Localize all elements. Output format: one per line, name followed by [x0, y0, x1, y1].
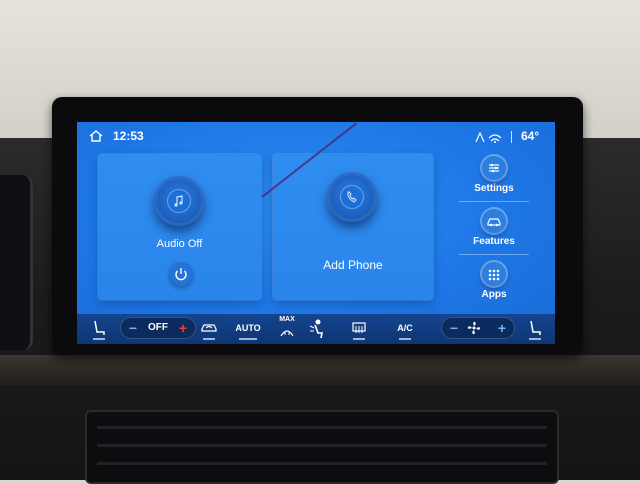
recirculation-button[interactable]	[197, 314, 221, 344]
vent-slat	[97, 462, 547, 465]
phone-icon	[340, 185, 364, 209]
settings-label: Settings	[474, 183, 514, 194]
audio-knob[interactable]	[154, 176, 204, 226]
auto-climate-button[interactable]: AUTO	[233, 314, 263, 344]
menu-divider	[459, 201, 529, 202]
apps-grid-icon	[482, 262, 506, 286]
max-label: MAX	[279, 316, 295, 323]
features-button[interactable]: Features	[459, 209, 529, 255]
fan-up-button[interactable]: +	[491, 317, 513, 339]
indicator-line	[529, 338, 541, 340]
indicator-line	[93, 338, 105, 340]
features-label: Features	[473, 236, 515, 247]
audio-status-label: Audio Off	[156, 238, 203, 250]
power-icon	[175, 268, 187, 281]
indicator-line	[239, 338, 257, 340]
connectivity-icons	[475, 131, 502, 143]
max-defrost-button[interactable]: MAX	[273, 314, 301, 344]
phone-knob[interactable]	[327, 172, 377, 222]
indicator-line	[399, 338, 411, 340]
dashboard-trim	[0, 355, 640, 385]
settings-button[interactable]: Settings	[459, 156, 529, 202]
driver-temp-control: − OFF +	[120, 317, 196, 339]
clock: 12:53	[113, 129, 144, 143]
fan-icon	[467, 321, 481, 335]
add-phone-label: Add Phone	[323, 258, 383, 272]
settings-icon	[482, 156, 506, 180]
vent-slat	[97, 426, 547, 429]
audio-tile[interactable]: Audio Off	[98, 154, 261, 300]
menu-divider	[459, 254, 529, 255]
home-icon[interactable]	[89, 130, 103, 142]
status-bar: 12:53 64°	[77, 122, 555, 150]
music-note-icon	[167, 189, 191, 213]
indicator-line	[203, 338, 215, 340]
outside-temperature: 64°	[521, 129, 540, 143]
vent-slat	[97, 444, 547, 447]
rear-defrost-button[interactable]	[347, 314, 371, 344]
airflow-mode-button[interactable]	[303, 314, 333, 344]
airflow-person-icon	[309, 319, 323, 339]
driver-temp-down-button[interactable]: −	[122, 317, 144, 339]
fan-speed-control: − +	[441, 317, 515, 339]
status-divider	[511, 131, 512, 143]
climate-bar: − OFF + AUTO MAX A/C − +	[77, 314, 555, 344]
fan-down-button[interactable]: −	[443, 317, 465, 339]
phone-tile[interactable]: Add Phone	[273, 154, 433, 300]
driver-seat-heat-button[interactable]	[85, 314, 113, 344]
instrument-cluster	[0, 175, 33, 350]
indicator-line	[353, 338, 365, 340]
auto-label: AUTO	[235, 323, 261, 333]
apps-label: Apps	[481, 289, 507, 300]
defrost-icon	[280, 330, 294, 337]
ac-button[interactable]: A/C	[391, 314, 419, 344]
driver-temp-value: OFF	[148, 322, 168, 333]
driver-temp-up-button[interactable]: +	[172, 317, 194, 339]
car-icon	[482, 209, 506, 233]
apps-button[interactable]: Apps	[459, 262, 529, 308]
ac-label: A/C	[397, 323, 413, 333]
passenger-seat-heat-button[interactable]	[521, 314, 549, 344]
air-vent	[85, 410, 559, 484]
power-button[interactable]	[169, 262, 193, 286]
